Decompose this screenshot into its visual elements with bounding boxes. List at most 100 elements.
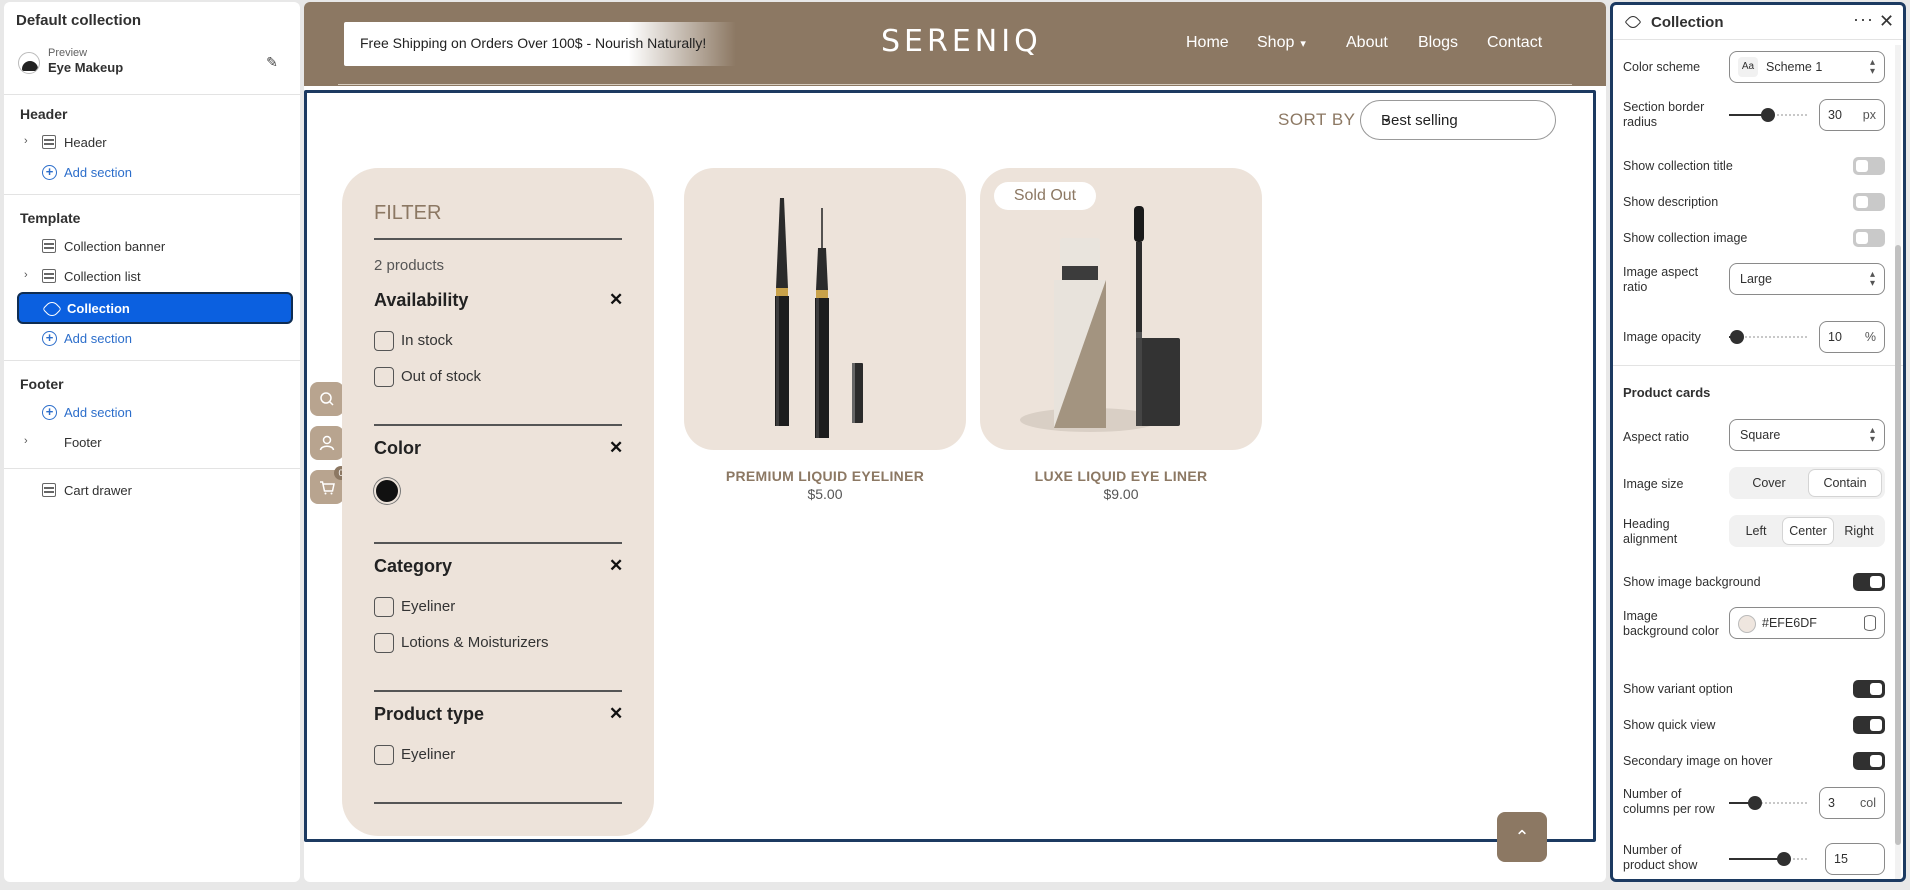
image-opacity-input[interactable]: 10 %	[1819, 321, 1885, 353]
close-icon[interactable]: ✕	[1879, 11, 1894, 32]
color-swatch-black[interactable]	[374, 478, 400, 504]
option-label: In stock	[401, 332, 453, 349]
secondary-hover-toggle[interactable]	[1853, 752, 1885, 770]
slider-handle[interactable]	[1729, 330, 1744, 344]
sort-select[interactable]: Best selling ⌄	[1360, 100, 1556, 140]
sidebar-item-collection[interactable]: Collection	[17, 292, 293, 324]
checkbox[interactable]	[374, 367, 394, 387]
add-section-footer-button[interactable]: + Add section	[16, 400, 292, 426]
sidebar-item-footer[interactable]: › Footer	[16, 430, 292, 456]
image-size-cover[interactable]: Cover	[1733, 470, 1805, 496]
close-icon[interactable]: ✕	[609, 556, 623, 576]
cart-float-button[interactable]: 0	[310, 466, 348, 504]
checkbox[interactable]	[374, 597, 394, 617]
card-aspect-select[interactable]: Square ▴ ▾	[1729, 419, 1885, 451]
product-title[interactable]: LUXE LIQUID EYE LINER	[980, 468, 1262, 484]
divider	[4, 468, 300, 469]
image-aspect-select[interactable]: Large ▴ ▾	[1729, 263, 1885, 295]
nav-shop[interactable]: Shop ▾	[1257, 34, 1306, 52]
checkbox[interactable]	[374, 745, 394, 765]
more-options-icon[interactable]: ···	[1853, 9, 1874, 30]
columns-per-row-slider[interactable]	[1729, 793, 1807, 813]
up-down-icon: ▴ ▾	[1869, 269, 1875, 289]
chevron-right-icon[interactable]: ›	[24, 269, 28, 281]
account-float-button[interactable]	[310, 426, 344, 460]
image-bg-color-input[interactable]: #EFE6DF	[1729, 607, 1885, 639]
back-to-top-button[interactable]: ⌃	[1497, 812, 1547, 862]
sidebar-item-collection-banner[interactable]: Collection banner	[16, 234, 292, 260]
slider-handle[interactable]	[1776, 852, 1791, 866]
plus-circle-icon: +	[42, 405, 57, 420]
section-settings-panel: Collection ··· ✕ Color scheme Aa Scheme …	[1610, 2, 1906, 882]
heading-alignment-segmented: Left Center Right	[1729, 515, 1885, 547]
pencil-icon[interactable]: ✎	[262, 52, 282, 72]
nav-home[interactable]: Home	[1186, 34, 1229, 52]
slider-handle[interactable]	[1747, 796, 1762, 810]
product-title[interactable]: PREMIUM LIQUID EYELINER	[684, 468, 966, 484]
filter-category-title[interactable]: Category	[374, 556, 452, 577]
filter-availability-title[interactable]: Availability	[374, 290, 468, 311]
option-label: Lotions & Moisturizers	[401, 634, 549, 651]
sidebar-item-header[interactable]: › Header	[16, 130, 292, 156]
scrollbar-thumb[interactable]	[1895, 245, 1901, 845]
nav-contact[interactable]: Contact	[1487, 34, 1542, 52]
image-size-contain[interactable]: Contain	[1809, 470, 1881, 496]
database-icon[interactable]	[1864, 615, 1876, 631]
search-float-button[interactable]	[310, 382, 344, 416]
tag-icon	[1624, 13, 1642, 31]
image-opacity-slider[interactable]	[1729, 327, 1807, 347]
section-icon	[42, 269, 56, 283]
filter-product-type-title[interactable]: Product type	[374, 704, 484, 725]
show-quick-view-toggle[interactable]	[1853, 716, 1885, 734]
panel-title: Collection	[1651, 14, 1724, 31]
checkbox[interactable]	[374, 331, 394, 351]
close-icon[interactable]: ✕	[609, 704, 623, 724]
add-section-header-button[interactable]: + Add section	[16, 160, 292, 186]
align-left[interactable]: Left	[1733, 518, 1779, 544]
sidebar-item-label: Collection banner	[64, 239, 166, 254]
preview-selector[interactable]: Preview Eye Makeup ✎	[16, 44, 288, 80]
product-cards-heading: Product cards	[1623, 385, 1711, 400]
sidebar-item-cart-drawer[interactable]: Cart drawer	[16, 478, 292, 504]
close-icon[interactable]: ✕	[609, 438, 623, 458]
add-section-template-button[interactable]: + Add section	[16, 326, 292, 352]
border-radius-slider[interactable]	[1729, 105, 1807, 125]
nav-blogs[interactable]: Blogs	[1418, 34, 1458, 52]
show-title-toggle[interactable]	[1853, 157, 1885, 175]
close-icon[interactable]: ✕	[609, 290, 623, 310]
show-variant-label: Show variant option	[1623, 682, 1733, 696]
product-price: $9.00	[1103, 486, 1139, 502]
sections-sidebar: Default collection Preview Eye Makeup ✎ …	[4, 2, 300, 882]
color-scheme-select[interactable]: Aa Scheme 1 ▴ ▾	[1729, 51, 1885, 83]
search-icon	[310, 382, 344, 416]
product-card-image[interactable]: Sold Out	[980, 168, 1262, 450]
product-show-input[interactable]: 15	[1825, 843, 1885, 875]
align-center[interactable]: Center	[1783, 518, 1833, 544]
chevron-right-icon[interactable]: ›	[24, 135, 28, 147]
color-swatch[interactable]	[1738, 615, 1756, 633]
border-radius-value: 30	[1828, 108, 1842, 122]
show-collection-image-toggle[interactable]	[1853, 229, 1885, 247]
product-show-slider[interactable]	[1729, 849, 1807, 869]
sidebar-item-label: Collection	[67, 301, 130, 316]
nav-about[interactable]: About	[1346, 34, 1388, 52]
border-radius-label: Section border radius	[1623, 100, 1705, 129]
sidebar-item-collection-list[interactable]: › Collection list	[16, 264, 292, 290]
show-variant-toggle[interactable]	[1853, 680, 1885, 698]
store-logo[interactable]: SERENIQ	[881, 24, 1042, 59]
filter-color-title[interactable]: Color	[374, 438, 421, 459]
slider-handle[interactable]	[1761, 108, 1775, 122]
product-card-image[interactable]	[684, 168, 966, 450]
checkbox[interactable]	[374, 633, 394, 653]
image-bg-color-label: Image background color	[1623, 609, 1719, 638]
panel-scrollbar[interactable]	[1895, 45, 1901, 879]
align-right[interactable]: Right	[1837, 518, 1881, 544]
show-description-toggle[interactable]	[1853, 193, 1885, 211]
divider	[1613, 39, 1903, 40]
announcement-text: Free Shipping on Orders Over 100$ - Nour…	[360, 35, 707, 51]
border-radius-input[interactable]: 30 px	[1819, 99, 1885, 131]
columns-per-row-input[interactable]: 3 col	[1819, 787, 1885, 819]
show-image-background-toggle[interactable]	[1853, 573, 1885, 591]
sort-by-label: SORT BY	[1278, 110, 1356, 129]
chevron-right-icon[interactable]: ›	[24, 435, 28, 447]
